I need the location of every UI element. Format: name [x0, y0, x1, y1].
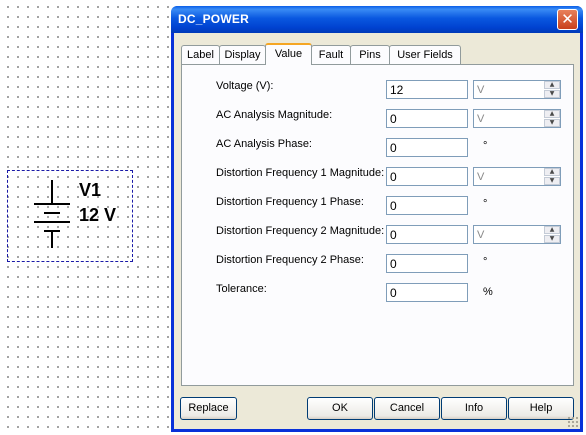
dialog-titlebar[interactable]: DC_POWER ✕: [171, 6, 583, 33]
dist-freq1-phase-label: Distortion Frequency 1 Phase:: [216, 196, 364, 208]
dist-freq1-magnitude-unit-spinner[interactable]: ▲ ▼: [544, 168, 560, 185]
dist-freq1-magnitude-input[interactable]: 0: [386, 167, 468, 186]
voltage-input[interactable]: 12: [386, 80, 468, 99]
cancel-button-label: Cancel: [389, 402, 425, 414]
help-button-label: Help: [529, 402, 553, 414]
close-icon: ✕: [561, 10, 574, 28]
cancel-button[interactable]: Cancel: [374, 397, 440, 420]
voltage-unit-select[interactable]: V ▲ ▼: [473, 80, 561, 99]
spin-down-icon[interactable]: ▼: [544, 235, 560, 243]
info-button[interactable]: Info: [441, 397, 507, 420]
tab-label[interactable]: Label: [181, 45, 220, 64]
ac-magnitude-input[interactable]: 0: [386, 109, 468, 128]
tab-display[interactable]: Display: [219, 45, 266, 64]
tab-label-text: Label: [187, 49, 214, 61]
ac-magnitude-label: AC Analysis Magnitude:: [216, 109, 333, 121]
voltage-label: Voltage (V):: [216, 80, 274, 92]
info-button-label: Info: [464, 402, 484, 414]
dc-power-dialog: DC_POWER ✕ Label Display Value Fault Pin…: [171, 6, 583, 432]
ac-phase-unit: °: [483, 140, 488, 152]
component-ref-name: V1: [79, 180, 102, 200]
dc-power-component[interactable]: V1 12 V: [7, 170, 133, 262]
close-button[interactable]: ✕: [557, 9, 578, 30]
tab-pins-text: Pins: [359, 49, 381, 61]
spin-down-icon[interactable]: ▼: [544, 119, 560, 127]
ok-button[interactable]: OK: [307, 397, 373, 420]
tab-user-fields-text: User Fields: [397, 49, 453, 61]
spin-down-icon[interactable]: ▼: [544, 177, 560, 185]
dist-freq2-magnitude-input[interactable]: 0: [386, 225, 468, 244]
tolerance-label: Tolerance:: [216, 283, 267, 295]
ok-button-label: OK: [332, 402, 348, 414]
tolerance-input[interactable]: 0: [386, 283, 468, 302]
dist-freq2-magnitude-unit-value: V: [477, 229, 485, 241]
dist-freq1-magnitude-label: Distortion Frequency 1 Magnitude:: [216, 167, 385, 179]
ac-phase-input[interactable]: 0: [386, 138, 468, 157]
dist-freq1-phase-unit: °: [483, 198, 488, 210]
spin-down-icon[interactable]: ▼: [544, 90, 560, 98]
ac-magnitude-unit-select[interactable]: V ▲ ▼: [473, 109, 561, 128]
dialog-title: DC_POWER: [178, 12, 249, 26]
tolerance-unit: %: [483, 286, 493, 298]
tab-user-fields[interactable]: User Fields: [389, 45, 461, 64]
tab-display-text: Display: [224, 49, 261, 61]
spin-up-icon[interactable]: ▲: [544, 81, 560, 89]
tab-pins[interactable]: Pins: [350, 45, 390, 64]
dist-freq2-magnitude-label: Distortion Frequency 2 Magnitude:: [216, 225, 385, 237]
ac-magnitude-unit-value: V: [477, 113, 485, 125]
dialog-client-area: Label Display Value Fault Pins User Fiel…: [174, 33, 580, 429]
value-tab-panel: Voltage (V): 12 V ▲ ▼ AC Analysis Magnit…: [181, 64, 574, 386]
replace-button-label: Replace: [188, 402, 229, 414]
dist-freq2-magnitude-unit-select[interactable]: V ▲ ▼: [473, 225, 561, 244]
spin-up-icon[interactable]: ▲: [544, 168, 560, 176]
spin-up-icon[interactable]: ▲: [544, 110, 560, 118]
dist-freq2-phase-unit: °: [483, 256, 488, 268]
dist-freq2-phase-input[interactable]: 0: [386, 254, 468, 273]
ac-phase-label: AC Analysis Phase:: [216, 138, 312, 150]
dist-freq1-phase-input[interactable]: 0: [386, 196, 468, 215]
tab-fault[interactable]: Fault: [311, 45, 351, 64]
tab-value[interactable]: Value: [265, 43, 312, 65]
tab-fault-text: Fault: [318, 49, 344, 61]
resize-grip-icon[interactable]: [567, 416, 578, 427]
help-button[interactable]: Help: [508, 397, 574, 420]
dist-freq1-magnitude-unit-select[interactable]: V ▲ ▼: [473, 167, 561, 186]
spin-up-icon[interactable]: ▲: [544, 226, 560, 234]
battery-icon: [34, 180, 70, 248]
component-value-label: 12 V: [79, 205, 117, 225]
replace-button[interactable]: Replace: [180, 397, 237, 420]
dist-freq2-phase-label: Distortion Frequency 2 Phase:: [216, 254, 364, 266]
ac-magnitude-unit-spinner[interactable]: ▲ ▼: [544, 110, 560, 127]
voltage-unit-value: V: [477, 84, 485, 96]
dist-freq1-magnitude-unit-value: V: [477, 171, 485, 183]
dist-freq2-magnitude-unit-spinner[interactable]: ▲ ▼: [544, 226, 560, 243]
tab-value-text: Value: [274, 48, 303, 60]
voltage-unit-spinner[interactable]: ▲ ▼: [544, 81, 560, 98]
